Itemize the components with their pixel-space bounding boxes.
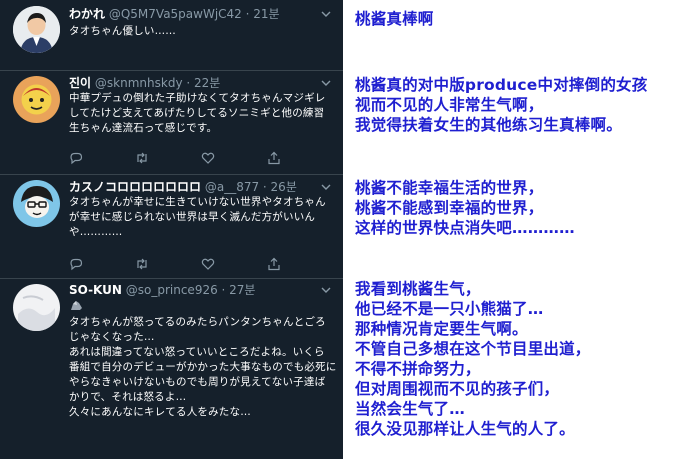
tweet-text: 中華プデュの倒れた子助けなくてタオちゃんマジギレ してたけど支えてあげたりしてる… [69,92,326,134]
handle-and-time: @sknmnhskdy · 22분 [94,76,221,90]
annotation-2: 桃酱真的对中版produce中对摔倒的女孩 视而不见的人非常生气啊， 我觉得扶着… [355,76,648,134]
handle-and-time: @a__877 · 26분 [204,180,297,194]
annotation-4: 我看到桃酱生气， 他已经不是一只小熊猫了… 那种情况肯定要生气啊。 不管自己多想… [355,280,591,438]
display-name[interactable]: 진이 [69,76,91,90]
avatar[interactable] [13,6,60,53]
tweet-header: カスノコロロロロロロロ @a__877 · 26분 [69,180,297,195]
display-name[interactable]: SO-KUN [69,283,122,297]
chevron-down-icon[interactable] [321,9,331,19]
tweet[interactable]: カスノコロロロロロロロ @a__877 · 26분 タオちゃんが幸せに生きていけ… [0,175,343,280]
avatar[interactable] [13,284,60,331]
reply-icon[interactable] [69,151,83,165]
tweet[interactable]: SO-KUN @so_prince926 · 27분 タオちゃんが怒ってるのみた… [0,279,343,459]
retweet-icon[interactable] [135,151,149,165]
tweet-actions [69,151,329,165]
reply-icon[interactable] [69,257,83,271]
rock-icon [71,301,82,310]
tweet-actions [69,257,329,271]
tweet-header: わかれ @Q5M7Va5pawWjC42 · 21분 [69,7,280,22]
tweet-text: タオちゃんが怒ってるのみたらパンタンちゃんとごろ じゃなくなった… あれは間違っ… [69,316,337,418]
share-icon[interactable] [267,257,281,271]
tweet-header: SO-KUN @so_prince926 · 27분 [69,283,255,298]
share-icon[interactable] [267,151,281,165]
retweet-icon[interactable] [135,257,149,271]
avatar[interactable] [13,180,60,227]
display-name[interactable]: カスノコロロロロロロロ [69,180,201,194]
like-icon[interactable] [201,257,215,271]
tweet-text: タオちゃん優しい…… [69,25,176,37]
like-icon[interactable] [201,151,215,165]
tweet[interactable]: わかれ @Q5M7Va5pawWjC42 · 21분 タオちゃん優しい…… [0,0,343,70]
chevron-down-icon[interactable] [321,182,331,192]
annotation-3: 桃酱不能幸福生活的世界， 桃酱不能感到幸福的世界， 这样的世界快点消失吧………… [355,179,575,237]
avatar[interactable] [13,76,60,123]
chevron-down-icon[interactable] [321,285,331,295]
annotation-1: 桃酱真棒啊 [355,10,434,28]
handle-and-time: @so_prince926 · 27분 [125,283,256,297]
tweet[interactable]: 진이 @sknmnhskdy · 22분 中華プデュの倒れた子助けなくてタオちゃ… [0,71,343,174]
chevron-down-icon[interactable] [321,78,331,88]
timeline-panel: わかれ @Q5M7Va5pawWjC42 · 21분 タオちゃん優しい…… 진이… [0,0,343,459]
tweet-text: タオちゃんが幸せに生きていけない世界やタオちゃん が幸せに感じられない世界は早く… [69,196,326,238]
handle-and-time: @Q5M7Va5pawWjC42 · 21분 [108,7,280,21]
display-name[interactable]: わかれ [69,7,105,21]
tweet-header: 진이 @sknmnhskdy · 22분 [69,76,220,91]
